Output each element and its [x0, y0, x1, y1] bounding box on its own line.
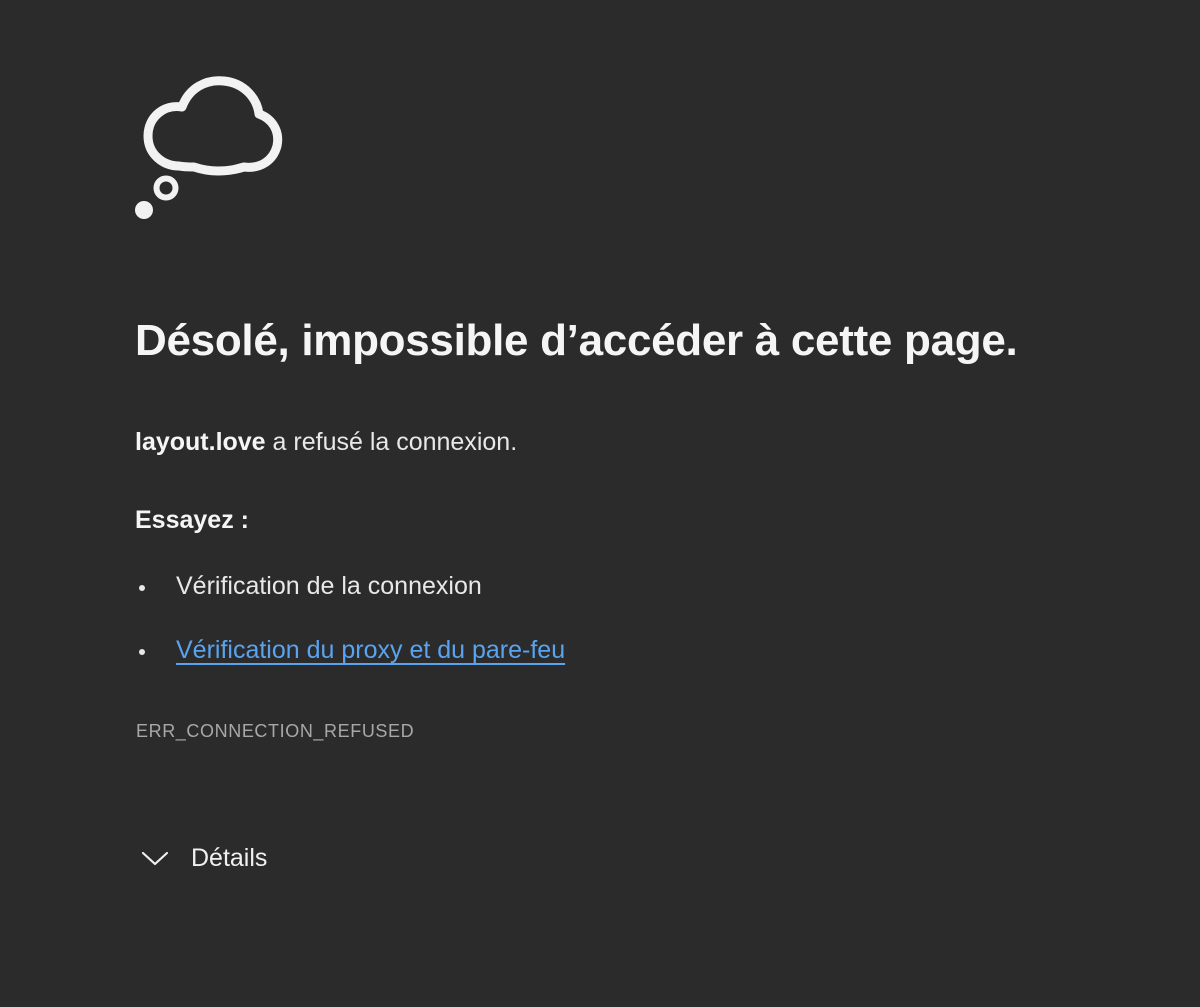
chevron-down-icon [141, 851, 169, 866]
error-message: layout.love a refusé la connexion. [135, 428, 517, 457]
suggestion-check-connection: Vérification de la connexion [176, 572, 482, 600]
details-button[interactable]: Détails [140, 840, 267, 876]
thought-cloud-icon [135, 76, 283, 219]
error-message-text: a refusé la connexion. [265, 428, 518, 456]
try-heading: Essayez : [135, 506, 249, 534]
bullet-icon [139, 649, 145, 655]
details-label: Détails [191, 843, 268, 872]
error-code: ERR_CONNECTION_REFUSED [136, 721, 415, 741]
host-name: layout.love [135, 428, 266, 456]
error-page: Désolé, impossible d’accéder à cette pag… [0, 0, 1200, 1007]
bullet-icon [139, 585, 145, 591]
proxy-firewall-link[interactable]: Vérification du proxy et du pare-feu [176, 636, 565, 665]
page-title: Désolé, impossible d’accéder à cette pag… [135, 316, 1018, 365]
